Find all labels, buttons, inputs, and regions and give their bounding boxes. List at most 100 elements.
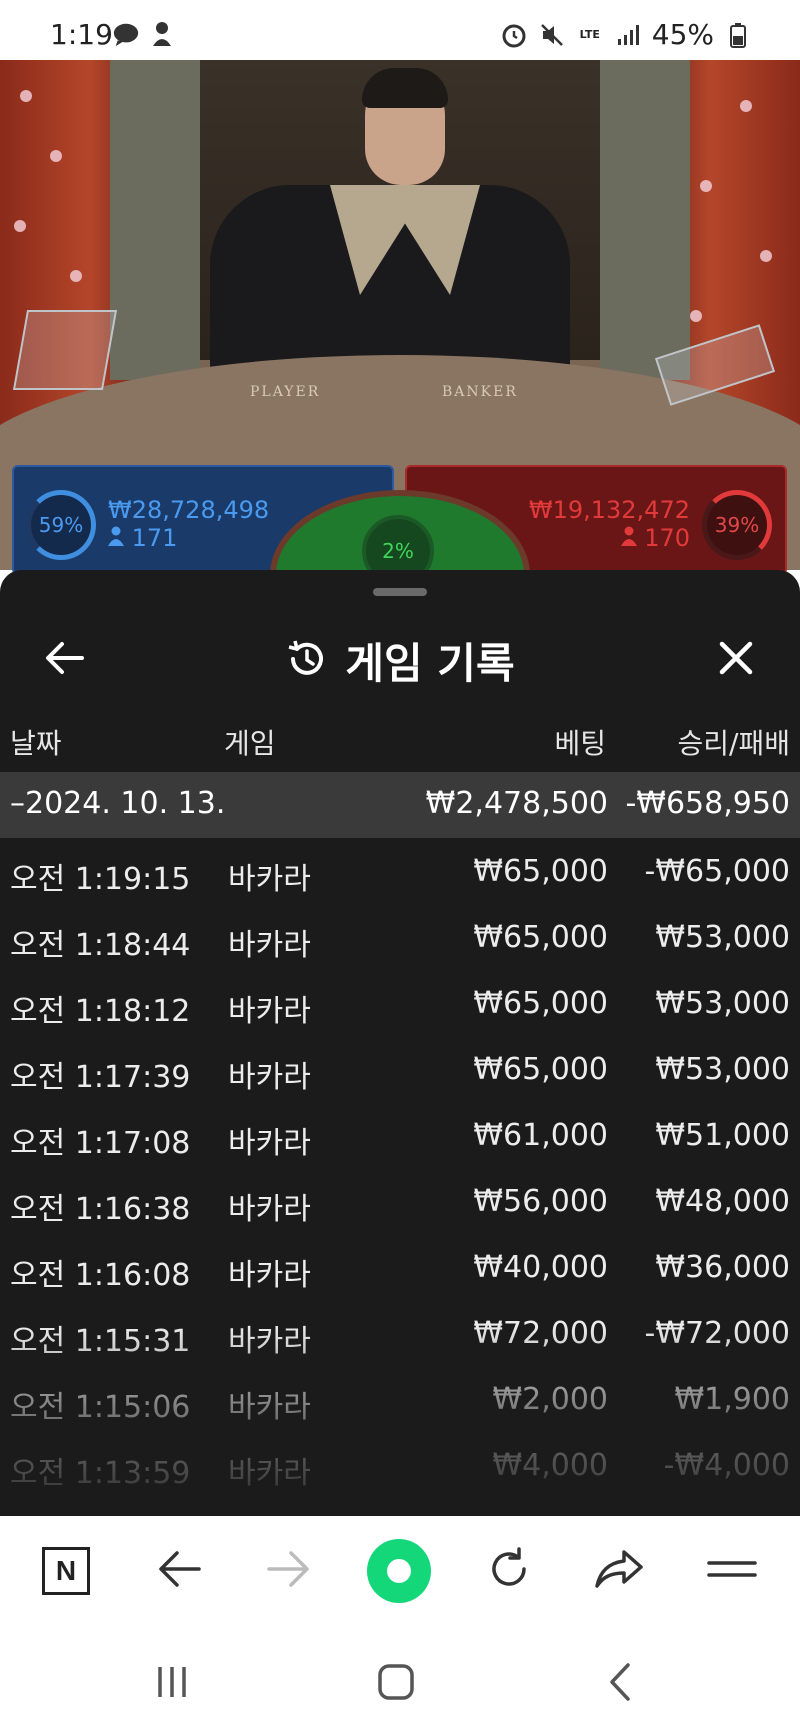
menu-button[interactable] bbox=[699, 1538, 765, 1604]
table-row[interactable]: 오전 1:15:06 바카라 ₩2,000 ₩1,900 bbox=[0, 1366, 800, 1432]
green-dot-icon bbox=[367, 1539, 431, 1603]
row-game: 바카라 bbox=[228, 862, 311, 897]
row-time: 오전 1:15:06 bbox=[10, 1390, 191, 1425]
home-button[interactable] bbox=[366, 1654, 426, 1714]
table-row[interactable]: 오전 1:13:59 바카라 ₩4,000 -₩4,000 bbox=[0, 1432, 800, 1498]
row-game: 바카라 bbox=[228, 1390, 311, 1425]
table-row[interactable]: 오전 1:15:31 바카라 ₩72,000 -₩72,000 bbox=[0, 1300, 800, 1366]
row-bet: ₩2,000 bbox=[492, 1382, 608, 1417]
status-time: 1:19 bbox=[50, 18, 113, 51]
row-game: 바카라 bbox=[228, 1126, 311, 1161]
row-result: -₩65,000 bbox=[644, 854, 790, 889]
sheet-title: 게임 기록 bbox=[345, 639, 515, 688]
date-group-result-total: -₩658,950 bbox=[625, 786, 790, 821]
history-list: 오전 1:19:15 바카라 ₩65,000 -₩65,000 오전 1:18:… bbox=[0, 838, 800, 1498]
dealer-hair bbox=[362, 68, 448, 108]
battery-icon bbox=[724, 21, 752, 49]
naver-home-icon: N bbox=[42, 1547, 90, 1595]
history-clock-icon bbox=[285, 637, 329, 685]
close-button[interactable] bbox=[708, 632, 764, 688]
row-bet: ₩4,000 bbox=[492, 1448, 608, 1483]
table-header: 날짜 게임 베팅 승리/패배 bbox=[0, 710, 800, 770]
banker-table-label: BANKER bbox=[442, 384, 518, 400]
row-time: 오전 1:17:39 bbox=[10, 1060, 191, 1095]
battery-percent: 45% bbox=[651, 18, 714, 51]
share-button[interactable] bbox=[586, 1538, 652, 1604]
row-time: 오전 1:18:44 bbox=[10, 928, 191, 963]
player-table-label: PLAYER bbox=[250, 384, 321, 400]
browser-forward-button[interactable] bbox=[256, 1538, 322, 1604]
system-nav-bar bbox=[0, 1626, 800, 1734]
home-icon bbox=[377, 1663, 415, 1705]
row-game: 바카라 bbox=[228, 1324, 311, 1359]
column-date: 날짜 bbox=[10, 727, 62, 760]
person-icon bbox=[620, 524, 645, 552]
row-bet: ₩72,000 bbox=[473, 1316, 608, 1351]
mute-icon bbox=[538, 21, 566, 49]
table-row[interactable]: 오전 1:16:38 바카라 ₩56,000 ₩48,000 bbox=[0, 1168, 800, 1234]
card-shoe bbox=[12, 310, 118, 390]
row-result: ₩51,000 bbox=[655, 1118, 790, 1153]
row-game: 바카라 bbox=[228, 994, 311, 1029]
date-group-label: –2024. 10. 13. bbox=[10, 786, 226, 821]
weather-icon bbox=[148, 20, 176, 48]
row-bet: ₩61,000 bbox=[473, 1118, 608, 1153]
table-row[interactable]: 오전 1:17:39 바카라 ₩65,000 ₩53,000 bbox=[0, 1036, 800, 1102]
row-time: 오전 1:16:38 bbox=[10, 1192, 191, 1227]
row-time: 오전 1:16:08 bbox=[10, 1258, 191, 1293]
person-icon bbox=[108, 524, 132, 552]
player-bet-count: 171 bbox=[131, 524, 178, 552]
row-result: ₩48,000 bbox=[655, 1184, 790, 1219]
table-row[interactable]: 오전 1:16:08 바카라 ₩40,000 ₩36,000 bbox=[0, 1234, 800, 1300]
browser-back-button[interactable] bbox=[146, 1538, 212, 1604]
green-dot-button[interactable] bbox=[366, 1538, 432, 1604]
table-row[interactable]: 오전 1:17:08 바카라 ₩61,000 ₩51,000 bbox=[0, 1102, 800, 1168]
column-game: 게임 bbox=[224, 727, 276, 760]
date-group-row[interactable]: –2024. 10. 13. ₩2,478,500 -₩658,950 bbox=[0, 772, 800, 838]
row-game: 바카라 bbox=[228, 1060, 311, 1095]
back-icon bbox=[606, 1662, 634, 1706]
system-back-button[interactable] bbox=[590, 1654, 650, 1714]
row-result: -₩72,000 bbox=[644, 1316, 790, 1351]
panel-right bbox=[600, 60, 690, 380]
row-game: 바카라 bbox=[228, 1258, 311, 1293]
banker-bet-amount: ₩19,132,472 bbox=[528, 496, 690, 524]
row-result: ₩36,000 bbox=[655, 1250, 790, 1285]
row-bet: ₩65,000 bbox=[473, 854, 608, 889]
refresh-button[interactable] bbox=[476, 1538, 542, 1604]
row-result: ₩53,000 bbox=[655, 986, 790, 1021]
alarm-icon bbox=[500, 21, 528, 49]
row-bet: ₩65,000 bbox=[473, 1052, 608, 1087]
row-bet: ₩65,000 bbox=[473, 920, 608, 955]
row-result: ₩53,000 bbox=[655, 1052, 790, 1087]
naver-home-button[interactable]: N bbox=[33, 1538, 99, 1604]
menu-icon bbox=[707, 1557, 757, 1585]
banker-bet-count-row: 170 bbox=[529, 524, 690, 552]
table-row[interactable]: 오전 1:18:44 바카라 ₩65,000 ₩53,000 bbox=[0, 904, 800, 970]
share-icon bbox=[594, 1548, 644, 1594]
close-icon bbox=[718, 640, 754, 680]
signal-icon bbox=[614, 21, 642, 49]
status-bar: 1:19 LTE 45% bbox=[0, 0, 800, 60]
row-time: 오전 1:15:31 bbox=[10, 1324, 191, 1359]
player-bet-info: ₩28,728,498 171 bbox=[108, 496, 269, 552]
table-row[interactable]: 오전 1:19:15 바카라 ₩65,000 -₩65,000 bbox=[0, 838, 800, 904]
column-result: 승리/패배 bbox=[677, 727, 790, 760]
row-game: 바카라 bbox=[228, 1192, 311, 1227]
chat-bubble-icon bbox=[112, 20, 140, 48]
browser-toolbar: N bbox=[0, 1516, 800, 1626]
row-game: 바카라 bbox=[228, 928, 311, 963]
forward-arrow-icon bbox=[267, 1549, 311, 1593]
recent-apps-button[interactable] bbox=[142, 1654, 202, 1714]
sheet-drag-handle[interactable] bbox=[373, 588, 427, 596]
row-result: -₩4,000 bbox=[663, 1448, 790, 1483]
refresh-icon bbox=[486, 1546, 532, 1596]
row-time: 오전 1:13:59 bbox=[10, 1456, 191, 1491]
lte-icon: LTE bbox=[579, 28, 600, 41]
player-percent-ring: 59% bbox=[26, 490, 96, 560]
table-row[interactable]: 오전 1:18:12 바카라 ₩65,000 ₩53,000 bbox=[0, 970, 800, 1036]
player-bet-amount: ₩28,728,498 bbox=[108, 496, 270, 524]
banker-percent-ring: 39% bbox=[702, 490, 772, 560]
row-result: ₩53,000 bbox=[655, 920, 790, 955]
row-time: 오전 1:17:08 bbox=[10, 1126, 191, 1161]
